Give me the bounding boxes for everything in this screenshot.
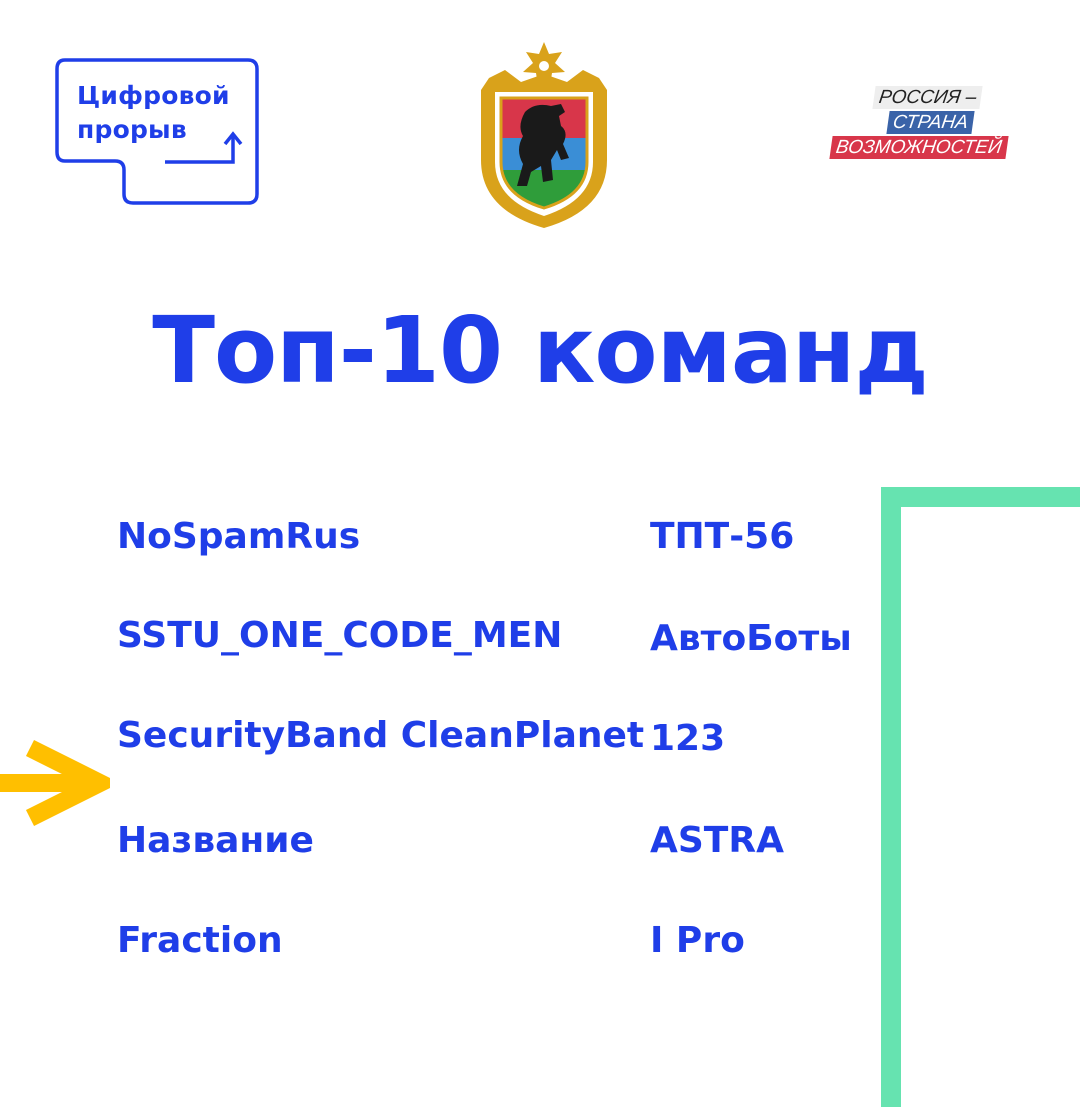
karelia-coat-of-arms	[481, 42, 607, 228]
team-name: ТПТ-56	[650, 516, 795, 557]
arrow-right-icon	[0, 739, 110, 827]
logo-line-1: Цифровой	[77, 81, 230, 110]
russia-land-of-opportunity-logo: РОССИЯ – СТРАНА ВОЗМОЖНОСТЕЙ	[828, 86, 1038, 164]
logo-right-line-2: СТРАНА	[886, 111, 975, 134]
team-name: Fraction	[117, 920, 283, 961]
team-name: SecurityBand CleanPlanet	[117, 715, 645, 756]
page-title: Топ-10 команд	[152, 297, 929, 404]
team-name: АвтоБоты	[650, 618, 852, 659]
digital-breakthrough-logo: Цифровой прорыв	[55, 58, 260, 206]
team-name: I Pro	[650, 920, 745, 961]
team-name: ASTRA	[650, 820, 784, 861]
team-name: NoSpamRus	[117, 516, 361, 557]
team-name: Название	[117, 820, 314, 861]
team-name: SSTU_ONE_CODE_MEN	[117, 615, 563, 656]
team-name: 123	[650, 718, 726, 759]
logo-line-2: прорыв	[77, 115, 187, 144]
logo-right-line-1: РОССИЯ –	[872, 86, 983, 109]
logo-right-line-3: ВОЗМОЖНОСТЕЙ	[829, 136, 1009, 159]
decorative-frame	[881, 487, 1080, 1107]
